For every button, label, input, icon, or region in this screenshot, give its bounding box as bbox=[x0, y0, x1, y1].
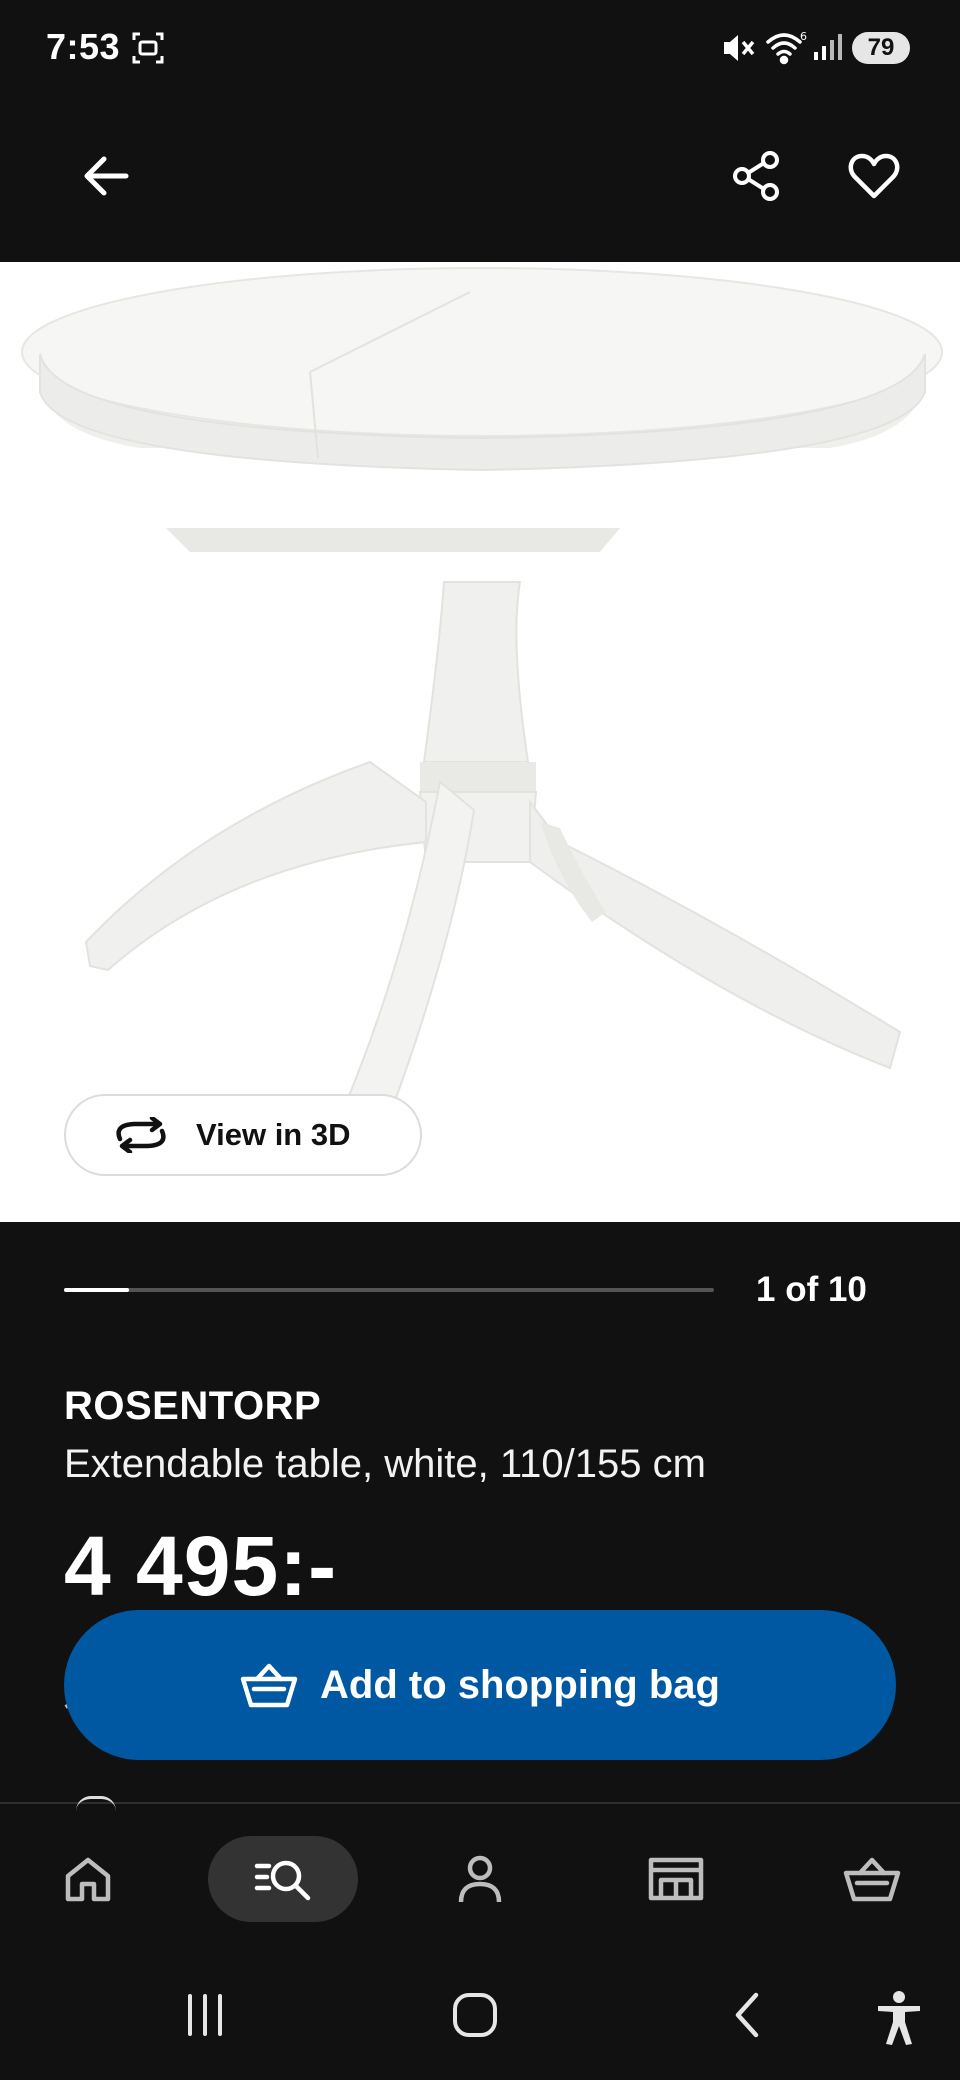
signal-icon bbox=[812, 32, 846, 62]
wifi-icon: 6 bbox=[764, 30, 808, 66]
add-to-bag-label: Add to shopping bag bbox=[320, 1662, 720, 1707]
share-icon bbox=[733, 151, 779, 201]
view-in-3d-label: View in 3D bbox=[196, 1117, 351, 1152]
back-arrow-icon bbox=[84, 156, 129, 196]
recent-apps-button[interactable] bbox=[180, 1990, 230, 2040]
chevron-left-icon bbox=[735, 1992, 759, 2038]
carousel-progress-fill bbox=[64, 1288, 129, 1292]
top-app-bar bbox=[0, 100, 960, 262]
bag-icon bbox=[843, 1857, 901, 1902]
nav-home-tab[interactable] bbox=[38, 1836, 138, 1922]
shopping-basket-icon bbox=[240, 1661, 298, 1709]
favorite-button[interactable] bbox=[844, 146, 904, 206]
accessibility-button[interactable] bbox=[874, 1990, 924, 2046]
home-icon bbox=[65, 1857, 111, 1902]
recents-icon bbox=[188, 1994, 222, 2036]
nav-bag-tab[interactable] bbox=[822, 1836, 922, 1922]
search-icon bbox=[254, 1860, 311, 1901]
view-in-3d-button[interactable]: View in 3D bbox=[64, 1094, 422, 1176]
add-to-bag-button[interactable]: Add to shopping bag bbox=[64, 1610, 896, 1760]
carousel-counter: 1 of 10 bbox=[756, 1270, 867, 1309]
product-description: Extendable table, white, 110/155 cm bbox=[64, 1442, 706, 1486]
status-time: 7:53 bbox=[46, 26, 121, 67]
nav-stores-tab[interactable] bbox=[626, 1836, 726, 1922]
product-name: ROSENTORP bbox=[64, 1384, 322, 1428]
system-back-button[interactable] bbox=[724, 1990, 774, 2040]
rotate-3d-icon bbox=[112, 1117, 170, 1153]
nav-profile-tab[interactable] bbox=[430, 1836, 530, 1922]
partially-hidden-icon bbox=[76, 1796, 116, 1811]
stores-icon bbox=[648, 1857, 704, 1901]
svg-text:6: 6 bbox=[800, 30, 807, 43]
heart-icon bbox=[848, 153, 900, 199]
screenshot-icon bbox=[130, 30, 166, 66]
profile-icon bbox=[458, 1855, 502, 1903]
table-illustration bbox=[21, 267, 943, 1163]
home-outline-icon bbox=[453, 1993, 497, 2037]
battery-indicator: 79 bbox=[852, 32, 910, 64]
accessibility-icon bbox=[878, 1991, 920, 2045]
share-button[interactable] bbox=[726, 146, 786, 206]
carousel-progress-track bbox=[64, 1288, 714, 1292]
product-price: 4 495:- bbox=[64, 1519, 338, 1613]
back-button[interactable] bbox=[76, 146, 136, 206]
nav-search-tab[interactable] bbox=[208, 1836, 358, 1922]
system-home-button[interactable] bbox=[450, 1990, 500, 2040]
product-image[interactable] bbox=[0, 262, 960, 1222]
mute-icon bbox=[722, 32, 756, 64]
